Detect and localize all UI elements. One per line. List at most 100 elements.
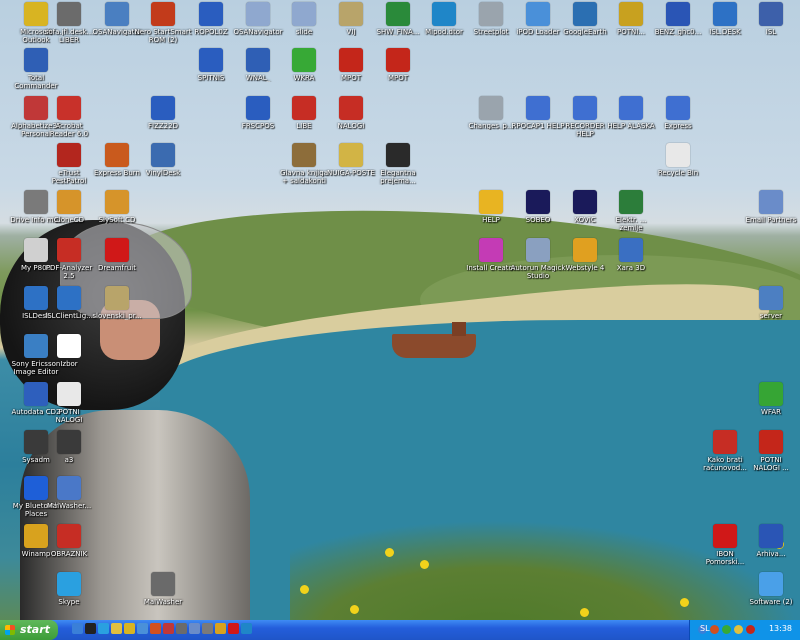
explorer-icon[interactable] xyxy=(137,623,148,634)
desktop-icon[interactable]: MalWasher... xyxy=(33,476,105,510)
help-icon xyxy=(666,96,690,120)
desktop-icon[interactable]: NALOGI xyxy=(315,96,387,130)
webstyle-icon xyxy=(573,238,597,262)
desktop-icon-label: Express xyxy=(664,122,692,130)
folder-icon[interactable] xyxy=(111,623,122,634)
desktop-icon[interactable]: POTNI NALOGI xyxy=(33,382,105,424)
window-icon xyxy=(246,96,270,120)
desktop-icon[interactable]: Recycle Bin xyxy=(642,143,714,177)
excel-icon xyxy=(386,2,410,26)
window-icon xyxy=(151,96,175,120)
desktop-icon-label: a3 xyxy=(64,456,74,464)
xara-icon xyxy=(619,238,643,262)
desktop-icon-label: ISL xyxy=(765,28,777,36)
floppy-icon xyxy=(24,48,48,72)
taskbar: start 13:38 SL xyxy=(0,620,800,640)
language-indicator[interactable]: SL xyxy=(700,624,710,633)
desktop-icon-label-line2: prejema... xyxy=(380,177,416,185)
desktop-icon-label: SlySoft CD xyxy=(98,216,136,224)
archive-icon xyxy=(759,524,783,548)
desktop-icon[interactable]: Xara 3D xyxy=(595,238,667,272)
skype-icon[interactable] xyxy=(98,623,109,634)
floppy-icon xyxy=(246,48,270,72)
desktop-icon-label-line2: PestPatrol xyxy=(51,177,87,185)
printer-icon[interactable] xyxy=(176,623,187,634)
red-star-icon xyxy=(105,238,129,262)
info-icon[interactable] xyxy=(228,623,239,634)
installer-icon xyxy=(479,238,503,262)
start-button[interactable]: start xyxy=(0,620,58,640)
settings-icon[interactable] xyxy=(202,623,213,634)
desktop-icon[interactable]: Skype xyxy=(33,572,105,606)
outlook-icon[interactable] xyxy=(124,623,135,634)
desktop-icon[interactable]: Dreamfruit xyxy=(81,238,153,272)
desktop-icon[interactable]: Arhiva... xyxy=(735,524,800,558)
desktop-icon[interactable]: ISL xyxy=(735,2,800,36)
desktop-icon-label-line2: Image Editor xyxy=(13,368,59,376)
desktop-icon[interactable]: FIZZ22D xyxy=(127,96,199,130)
background-shipwreck-cabin xyxy=(452,322,466,336)
cmd-icon[interactable] xyxy=(85,623,96,634)
desktop-icon-label: POTNI xyxy=(58,408,80,416)
desktop-icon[interactable]: MPOT xyxy=(362,48,434,82)
desktop-icon[interactable]: a3 xyxy=(33,430,105,464)
help-icon xyxy=(526,96,550,120)
clock[interactable]: 13:38 xyxy=(769,624,792,633)
desktop-icon[interactable]: VinylDesk xyxy=(127,143,199,177)
winamp-icon[interactable] xyxy=(215,623,226,634)
desktop-icon[interactable]: Total Commander xyxy=(0,48,72,90)
desktop-icon[interactable]: Software (2) xyxy=(735,572,800,606)
desktop-icon-label: MalWasher xyxy=(143,598,183,606)
computer-icon xyxy=(759,286,783,310)
desktop[interactable]: Microsoft Outlook sofa.jfl.desk... LIBER OSA… xyxy=(0,0,800,620)
document-icon xyxy=(292,2,316,26)
desktop-icon[interactable]: Elektr. ... zemlje xyxy=(595,190,667,232)
document-icon xyxy=(479,2,503,26)
desktop-icon-label-line2: Reader 6.0 xyxy=(49,130,89,138)
volume-icon[interactable] xyxy=(734,625,743,634)
email-icon[interactable] xyxy=(189,623,200,634)
desktop-icon-label: Recycle Bin xyxy=(657,169,699,177)
star-icon xyxy=(573,190,597,214)
desktop-icon[interactable]: Express xyxy=(642,96,714,130)
desktop-icon-label-line2: ROM (2) xyxy=(148,36,178,44)
desktop-icon[interactable]: POTNI NALOGI ... xyxy=(735,430,800,472)
pdf-icon xyxy=(57,524,81,548)
desktop-icon[interactable]: Izbor xyxy=(33,334,105,368)
desktop-icon-label-line2: Commander xyxy=(14,82,58,90)
document-icon xyxy=(105,286,129,310)
sysadm-icon xyxy=(57,430,81,454)
desktop-icon[interactable]: MalWasher xyxy=(127,572,199,606)
slysoft-icon xyxy=(105,190,129,214)
desktop-icon[interactable]: SlySoft CD xyxy=(81,190,153,224)
app-icon[interactable] xyxy=(163,623,174,634)
window-icon xyxy=(199,2,223,26)
alert-icon[interactable] xyxy=(746,625,755,634)
book-icon xyxy=(292,143,316,167)
desktop-icon[interactable]: slovenski_pr... xyxy=(81,286,153,320)
pdf-icon xyxy=(339,96,363,120)
pdf-icon xyxy=(57,238,81,262)
desktop-icon[interactable]: Elegantna prejema... xyxy=(362,143,434,185)
software-icon xyxy=(759,572,783,596)
desktop-icon[interactable]: server xyxy=(735,286,800,320)
media-icon[interactable] xyxy=(150,623,161,634)
nero-icon xyxy=(151,2,175,26)
desktop-icon-label-line2: + saldakonti xyxy=(282,177,326,185)
car-icon xyxy=(759,430,783,454)
desktop-icon-label: WFAR xyxy=(761,408,781,416)
windows-logo-icon xyxy=(5,625,15,635)
isl-icon xyxy=(713,2,737,26)
desktop-icon[interactable]: OBRAZNIK xyxy=(33,524,105,558)
desktop-icon[interactable]: WFAR xyxy=(735,382,800,416)
background-flower xyxy=(580,608,589,617)
key-icon xyxy=(619,2,643,26)
antivirus-icon[interactable] xyxy=(710,625,719,634)
bluetooth-tray-icon[interactable] xyxy=(722,625,731,634)
ie-icon[interactable] xyxy=(72,623,83,634)
desktop-icon[interactable]: Email Partners xyxy=(735,190,800,224)
desktop-icon-label-line2: Studio xyxy=(526,272,550,280)
globe-icon[interactable] xyxy=(241,623,252,634)
ipod-icon xyxy=(526,2,550,26)
desktop-icon[interactable]: Acrobat Reader 6.0 xyxy=(33,96,105,138)
